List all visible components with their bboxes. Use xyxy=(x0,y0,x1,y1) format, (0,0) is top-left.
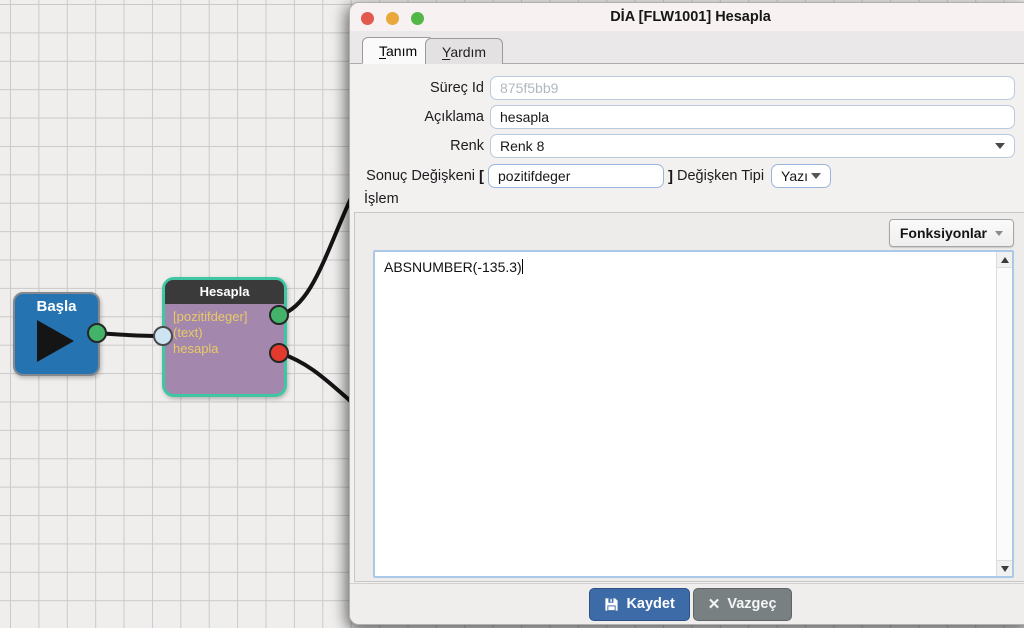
renk-select[interactable]: Renk 8 xyxy=(490,134,1015,158)
surec-id-field[interactable] xyxy=(490,76,1015,100)
node-hesapla-body: [pozitifdeger] (text) hesapla xyxy=(165,304,284,357)
degisken-tipi-label: Değişken Tipi xyxy=(677,168,764,184)
node-hesapla-title: Hesapla xyxy=(165,280,284,304)
surec-id-label: Süreç Id xyxy=(356,80,484,96)
islem-code-editor[interactable]: ABSNUMBER(-135.3) xyxy=(373,250,1014,578)
play-icon xyxy=(37,320,74,362)
port-hesapla-out-error[interactable] xyxy=(269,343,289,363)
fonksiyonlar-button[interactable]: Fonksiyonlar xyxy=(889,219,1014,247)
kaydet-button[interactable]: Kaydet xyxy=(589,588,689,621)
vazgec-button[interactable]: ✕ Vazgeç xyxy=(693,588,792,621)
islem-label: İşlem xyxy=(364,191,399,207)
renk-select-value: Renk 8 xyxy=(500,138,544,154)
tab-tanim[interactable]: Tanım xyxy=(362,37,434,64)
renk-label: Renk xyxy=(356,138,484,154)
node-hesapla[interactable]: Hesapla [pozitifdeger] (text) hesapla xyxy=(162,277,287,397)
node-basla-label: Başla xyxy=(15,298,98,315)
aciklama-field[interactable] xyxy=(490,105,1015,129)
zoom-button[interactable] xyxy=(411,12,424,25)
node-hesapla-line2: (text) xyxy=(173,325,284,341)
triangle-up-icon xyxy=(1001,257,1009,263)
tab-strip: Tanım Yardım xyxy=(350,31,1024,64)
cancel-x-icon: ✕ xyxy=(708,595,721,613)
text-caret xyxy=(522,259,524,274)
chevron-down-icon xyxy=(995,143,1005,149)
chevron-down-icon xyxy=(811,173,821,179)
sonuc-degiskeni-label: Sonuç Değişkeni xyxy=(356,168,475,184)
sonuc-degiskeni-field[interactable] xyxy=(488,164,664,188)
code-text: ABSNUMBER(-135.3) xyxy=(384,259,523,275)
close-button[interactable] xyxy=(361,12,374,25)
tab-yardim[interactable]: Yardım xyxy=(425,38,503,64)
save-icon xyxy=(604,597,619,612)
port-hesapla-in[interactable] xyxy=(153,326,173,346)
islem-panel: Fonksiyonlar ABSNUMBER(-135.3) xyxy=(354,212,1024,582)
aciklama-label: Açıklama xyxy=(356,109,484,125)
node-hesapla-line1: [pozitifdeger] xyxy=(173,309,284,325)
bracket-close: ] xyxy=(668,168,673,185)
editor-scrollbar[interactable] xyxy=(996,252,1012,576)
app-screen: Başla Hesapla [pozitifdeger] (text) hesa… xyxy=(0,0,1024,628)
degisken-tipi-select[interactable]: Yazı xyxy=(771,164,831,188)
dialog-titlebar[interactable]: DİA [FLW1001] Hesapla xyxy=(350,3,1024,32)
dialog-button-bar: Kaydet ✕ Vazgeç xyxy=(350,583,1024,624)
dialog-window: DİA [FLW1001] Hesapla Tanım Yardım Süreç… xyxy=(349,2,1024,625)
minimize-button[interactable] xyxy=(386,12,399,25)
scroll-up-button[interactable] xyxy=(997,252,1012,268)
degisken-tipi-value: Yazı xyxy=(781,168,808,184)
node-hesapla-line3: hesapla xyxy=(173,341,284,357)
dialog-title: DİA [FLW1001] Hesapla xyxy=(350,3,1024,31)
tab-panel-tanim: Süreç Id Açıklama Renk Renk 8 Sonuç Deği… xyxy=(350,64,1024,584)
triangle-down-icon xyxy=(1001,566,1009,572)
bracket-open: [ xyxy=(479,168,484,185)
port-hesapla-out-success[interactable] xyxy=(269,305,289,325)
scroll-down-button[interactable] xyxy=(997,560,1012,576)
chevron-down-icon xyxy=(995,231,1003,236)
port-basla-out[interactable] xyxy=(87,323,107,343)
